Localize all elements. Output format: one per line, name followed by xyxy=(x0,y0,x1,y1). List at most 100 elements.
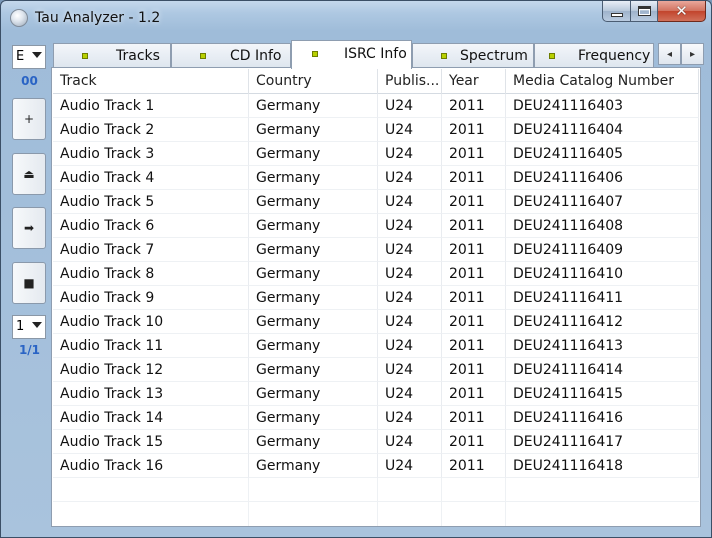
table-row[interactable]: Audio Track 5 Germany U24 2011 DEU241116407 xyxy=(53,190,699,214)
cell-country: Germany xyxy=(249,190,378,214)
app-icon[interactable] xyxy=(10,9,28,27)
add-button[interactable]: + xyxy=(12,98,46,140)
cell-country: Germany xyxy=(249,382,378,406)
cell-year: 2011 xyxy=(442,118,506,142)
tab-scroll-left-button[interactable]: ◂ xyxy=(658,43,681,65)
cell-media-catalog-number: DEU241116409 xyxy=(506,238,699,262)
table-row[interactable]: Audio Track 3 Germany U24 2011 DEU241116405 xyxy=(53,142,699,166)
column-header-media-catalog-number[interactable]: Media Catalog Number xyxy=(506,69,699,94)
column-divider xyxy=(377,478,378,526)
cell-media-catalog-number: DEU241116412 xyxy=(506,310,699,334)
close-button[interactable]: ✕ xyxy=(658,1,706,22)
cell-track: Audio Track 14 xyxy=(53,406,249,430)
cell-track: Audio Track 13 xyxy=(53,382,249,406)
tab-cd-info[interactable]: CD Info xyxy=(171,43,291,68)
cell-publisher: U24 xyxy=(378,238,442,262)
table-row[interactable]: Audio Track 15 Germany U24 2011 DEU241116417 xyxy=(53,430,699,454)
table-row[interactable]: Audio Track 13 Germany U24 2011 DEU241116415 xyxy=(53,382,699,406)
cell-country: Germany xyxy=(249,406,378,430)
cell-track: Audio Track 16 xyxy=(53,454,249,478)
tab-spectrum[interactable]: Spectrum xyxy=(412,43,534,68)
column-header-year[interactable]: Year xyxy=(442,69,506,94)
stop-icon: ■ xyxy=(23,276,35,290)
cell-publisher: U24 xyxy=(378,310,442,334)
table-row[interactable]: Audio Track 4 Germany U24 2011 DEU241116406 xyxy=(53,166,699,190)
tab-isrc-info[interactable]: ISRC Info xyxy=(291,40,412,69)
table-row[interactable]: Audio Track 16 Germany U24 2011 DEU241116418 xyxy=(53,454,699,478)
tab-tracks[interactable]: Tracks xyxy=(53,43,171,68)
table-row[interactable]: Audio Track 2 Germany U24 2011 DEU241116404 xyxy=(53,118,699,142)
cell-publisher: U24 xyxy=(378,454,442,478)
play-icon: ➡ xyxy=(23,221,35,235)
cell-track: Audio Track 4 xyxy=(53,166,249,190)
sidebar: E 00 + ⏏ ➡ ■ 1 1/1 xyxy=(11,41,48,366)
isrc-table[interactable]: Track Country Publis... Year Media Catal… xyxy=(53,69,699,526)
cell-year: 2011 xyxy=(442,454,506,478)
table-row[interactable]: Audio Track 12 Germany U24 2011 DEU241116414 xyxy=(53,358,699,382)
tab-scroll-right-button[interactable]: ▸ xyxy=(681,43,704,65)
row-divider xyxy=(53,501,699,502)
cell-year: 2011 xyxy=(442,142,506,166)
cell-media-catalog-number: DEU241116413 xyxy=(506,334,699,358)
stop-button[interactable]: ■ xyxy=(12,262,46,304)
cell-media-catalog-number: DEU241116416 xyxy=(506,406,699,430)
cell-track: Audio Track 10 xyxy=(53,310,249,334)
maximize-button[interactable] xyxy=(631,1,658,22)
cell-publisher: U24 xyxy=(378,334,442,358)
tab-label: ISRC Info xyxy=(344,46,407,62)
table-row[interactable]: Audio Track 8 Germany U24 2011 DEU241116410 xyxy=(53,262,699,286)
cell-media-catalog-number: DEU241116407 xyxy=(506,190,699,214)
isrc-info-panel: Track Country Publis... Year Media Catal… xyxy=(51,67,701,527)
column-header-track[interactable]: Track xyxy=(53,69,249,94)
cell-track: Audio Track 8 xyxy=(53,262,249,286)
table-row[interactable]: Audio Track 10 Germany U24 2011 DEU241116412 xyxy=(53,310,699,334)
cell-media-catalog-number: DEU241116415 xyxy=(506,382,699,406)
chevron-down-icon xyxy=(32,322,42,328)
cell-year: 2011 xyxy=(442,430,506,454)
column-header-country[interactable]: Country xyxy=(249,69,378,94)
cell-year: 2011 xyxy=(442,262,506,286)
table-row[interactable]: Audio Track 7 Germany U24 2011 DEU241116409 xyxy=(53,238,699,262)
cell-publisher: U24 xyxy=(378,382,442,406)
cell-media-catalog-number: DEU241116404 xyxy=(506,118,699,142)
cell-country: Germany xyxy=(249,214,378,238)
cell-year: 2011 xyxy=(442,238,506,262)
cell-country: Germany xyxy=(249,310,378,334)
cell-track: Audio Track 15 xyxy=(53,430,249,454)
cell-publisher: U24 xyxy=(378,166,442,190)
cell-publisher: U24 xyxy=(378,94,442,118)
table-body: Audio Track 1 Germany U24 2011 DEU241116403 A… xyxy=(53,94,699,478)
eject-button[interactable]: ⏏ xyxy=(12,153,46,195)
cell-country: Germany xyxy=(249,430,378,454)
page-select[interactable]: 1 xyxy=(12,315,46,339)
drive-select[interactable]: E xyxy=(12,45,46,69)
title-bar[interactable]: Tau Analyzer - 1.2 ✕ xyxy=(1,1,711,35)
column-divider xyxy=(505,478,506,526)
column-header-publisher[interactable]: Publis... xyxy=(378,69,442,94)
maximize-icon xyxy=(637,6,651,16)
cell-year: 2011 xyxy=(442,358,506,382)
cell-publisher: U24 xyxy=(378,358,442,382)
table-row[interactable]: Audio Track 14 Germany U24 2011 DEU241116416 xyxy=(53,406,699,430)
tab-indicator-icon xyxy=(82,53,88,59)
tab-label: Spectrum xyxy=(460,48,528,64)
tab-label: CD Info xyxy=(230,48,282,64)
play-button[interactable]: ➡ xyxy=(12,207,46,249)
table-row[interactable]: Audio Track 6 Germany U24 2011 DEU241116408 xyxy=(53,214,699,238)
tab-indicator-icon xyxy=(441,53,447,59)
table-row[interactable]: Audio Track 11 Germany U24 2011 DEU241116413 xyxy=(53,334,699,358)
table-row[interactable]: Audio Track 1 Germany U24 2011 DEU241116403 xyxy=(53,94,699,118)
close-icon: ✕ xyxy=(675,1,688,20)
cell-year: 2011 xyxy=(442,214,506,238)
cell-year: 2011 xyxy=(442,190,506,214)
cell-track: Audio Track 11 xyxy=(53,334,249,358)
cell-media-catalog-number: DEU241116408 xyxy=(506,214,699,238)
app-window: Tau Analyzer - 1.2 ✕ E 00 + ⏏ ➡ ■ 1 1/1 xyxy=(0,0,712,538)
cell-country: Germany xyxy=(249,118,378,142)
cell-publisher: U24 xyxy=(378,142,442,166)
cell-media-catalog-number: DEU241116405 xyxy=(506,142,699,166)
table-row[interactable]: Audio Track 9 Germany U24 2011 DEU241116411 xyxy=(53,286,699,310)
cell-country: Germany xyxy=(249,454,378,478)
tab-frequency[interactable]: Frequency xyxy=(534,43,654,68)
minimize-button[interactable] xyxy=(602,1,631,22)
